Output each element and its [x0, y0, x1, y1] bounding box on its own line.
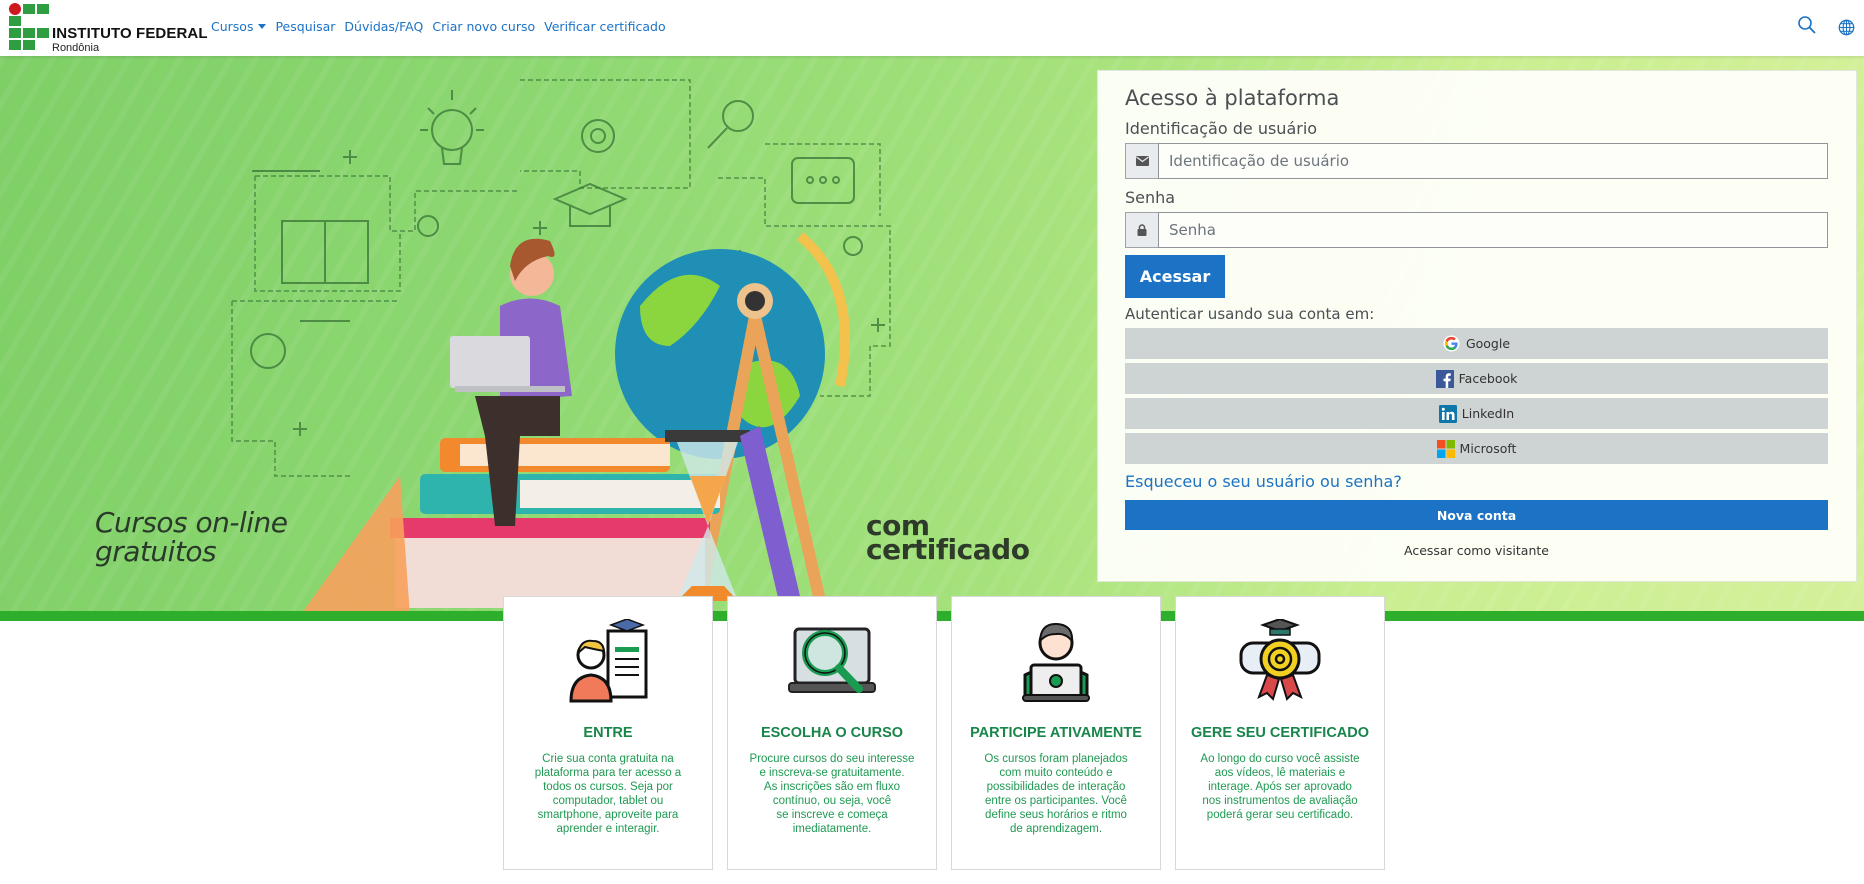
auth-providers-label: Autenticar usando sua conta em: [1125, 305, 1375, 323]
feature-card-certificado: GERE SEU CERTIFICADO Ao longo do curso v… [1175, 596, 1385, 870]
feature-description: Os cursos foram planejados com muito cont… [984, 753, 1128, 835]
password-input[interactable] [1158, 212, 1828, 248]
microsoft-label: Microsoft [1459, 441, 1517, 456]
login-panel: Acesso à plataforma Identificação de usu… [1097, 70, 1857, 582]
feature-card-participe: PARTICIPE ATIVAMENTE Os cursos foram pla… [951, 596, 1161, 870]
login-facebook-button[interactable]: Facebook [1125, 363, 1828, 394]
institution-logo[interactable]: INSTITUTO FEDERAL Rondônia [9, 3, 207, 54]
feature-description: Crie sua conta gratuita na plataforma par… [534, 753, 682, 835]
linkedin-icon [1438, 404, 1457, 423]
password-group [1125, 212, 1828, 248]
envelope-icon [1125, 143, 1158, 179]
feature-description: Procure cursos do seu interesse e inscrev… [749, 753, 915, 835]
certificate-badge-icon [1239, 619, 1321, 701]
nav-cursos-label: Cursos [211, 19, 254, 34]
main-nav: Cursos Pesquisar Dúvidas/FAQ Criar novo … [211, 19, 675, 34]
google-label: Google [1465, 336, 1511, 351]
nav-verificar-certificado[interactable]: Verificar certificado [544, 19, 665, 34]
password-label: Senha [1125, 188, 1176, 207]
linkedin-label: LinkedIn [1461, 406, 1515, 421]
feature-title: PARTICIPE ATIVAMENTE [970, 725, 1142, 741]
nav-faq[interactable]: Dúvidas/FAQ [344, 19, 423, 34]
facebook-icon [1435, 369, 1454, 388]
hero-tagline-left-line1: Cursos on-line [95, 506, 288, 539]
login-title: Acesso à plataforma [1125, 86, 1340, 110]
username-label: Identificação de usuário [1125, 119, 1318, 138]
logo-mark-icon [9, 3, 54, 53]
feature-description: Ao longo do curso você assiste aos vídeos… [1200, 753, 1360, 821]
username-group [1125, 143, 1828, 179]
search-icon[interactable] [1797, 15, 1817, 35]
login-microsoft-button[interactable]: Microsoft [1125, 433, 1828, 464]
microsoft-icon [1436, 439, 1455, 458]
new-account-button[interactable]: Nova conta [1125, 500, 1828, 530]
feature-cards: ENTRE Crie sua conta gratuita na platafor… [503, 596, 1385, 870]
feature-card-escolha-curso: ESCOLHA O CURSO Procure cursos do seu in… [727, 596, 937, 870]
feature-card-entre: ENTRE Crie sua conta gratuita na platafor… [503, 596, 713, 870]
student-certificate-icon [569, 619, 648, 703]
nav-cursos[interactable]: Cursos [211, 19, 267, 34]
guest-access-link[interactable]: Acessar como visitante [1125, 543, 1828, 558]
google-icon [1443, 335, 1461, 353]
lock-icon [1125, 212, 1158, 248]
nav-pesquisar[interactable]: Pesquisar [275, 19, 335, 34]
logo-title: INSTITUTO FEDERAL [52, 25, 208, 42]
forgot-password-link[interactable]: Esqueceu o seu usuário ou senha? [1125, 472, 1402, 491]
feature-title: GERE SEU CERTIFICADO [1190, 725, 1370, 741]
feature-title: ENTRE [583, 725, 633, 741]
caret-down-icon [258, 24, 267, 29]
hero-tagline-right: com certificado [866, 512, 1030, 566]
nav-criar-curso[interactable]: Criar novo curso [432, 19, 535, 34]
logo-subtitle: Rondônia [52, 42, 100, 54]
hero-tagline-left-line2: gratuitos [95, 535, 217, 568]
navbar: INSTITUTO FEDERAL Rondônia Cursos Pesqui… [0, 0, 1864, 56]
globe-icon[interactable] [1838, 19, 1855, 36]
laptop-magnifier-icon [788, 627, 876, 693]
hero-tagline-left: Cursos on-line gratuitos [95, 508, 288, 566]
hero-tagline-right-line2: certificado [866, 533, 1030, 566]
username-input[interactable] [1158, 143, 1828, 179]
login-button[interactable]: Acessar [1125, 255, 1225, 298]
login-linkedin-button[interactable]: LinkedIn [1125, 398, 1828, 429]
facebook-label: Facebook [1458, 371, 1518, 386]
feature-title: ESCOLHA O CURSO [760, 725, 904, 741]
login-google-button[interactable]: Google [1125, 328, 1828, 359]
person-laptop-icon [1022, 622, 1090, 702]
